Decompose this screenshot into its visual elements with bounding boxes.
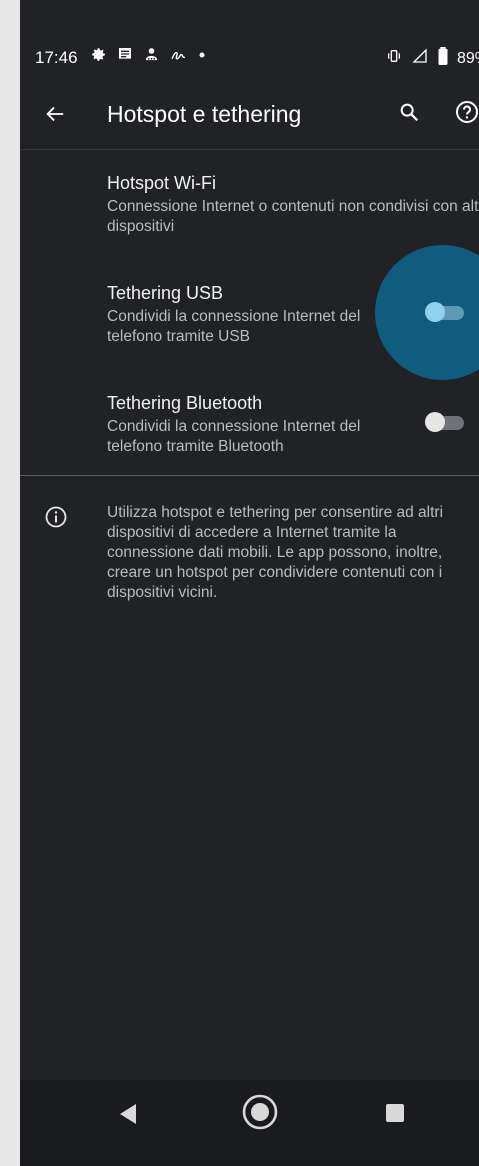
toggle-thumb [425, 302, 445, 322]
message-icon [117, 46, 133, 68]
hotspot-wifi-item[interactable]: Hotspot Wi-Fi Connessione Internet o con… [20, 165, 479, 245]
item-subtitle: Connessione Internet o contenuti non con… [107, 198, 479, 235]
phone-screen: 17:46 89 Hotspot e tethering Hotspot Wi-… [20, 0, 479, 1166]
nav-back-button[interactable] [116, 1100, 140, 1128]
nav-recents-button[interactable] [386, 1104, 404, 1122]
page-title: Hotspot e tethering [107, 101, 302, 127]
app-bar-divider [20, 149, 479, 150]
search-button[interactable] [392, 97, 426, 131]
info-text: Utilizza hotspot e tethering per consent… [107, 504, 444, 601]
item-title: Hotspot Wi-Fi [107, 173, 217, 193]
app-bar: Hotspot e tethering [20, 85, 479, 145]
tethering-bluetooth-toggle[interactable] [422, 410, 466, 434]
nav-home-button[interactable] [240, 1092, 280, 1132]
item-title: Tethering Bluetooth [107, 393, 263, 413]
toggle-thumb [425, 412, 445, 432]
item-subtitle: Condividi la connessione Internet del te… [107, 308, 361, 345]
search-icon [398, 101, 420, 128]
item-subtitle: Condividi la connessione Internet del te… [107, 418, 361, 455]
user-share-icon [143, 46, 160, 68]
tethering-usb-item[interactable]: Tethering USB Condividi la connessione I… [20, 275, 479, 355]
arrow-back-icon [44, 103, 66, 130]
tethering-usb-toggle[interactable] [422, 300, 466, 324]
signal-icon [411, 48, 429, 69]
notification-icons [90, 46, 207, 68]
info-icon [44, 505, 68, 529]
system-icons: 89% [385, 47, 479, 70]
status-time: 17:46 [35, 48, 78, 67]
vibrate-icon [385, 48, 403, 69]
help-button[interactable] [450, 97, 479, 131]
navigation-bar [20, 1080, 479, 1166]
tethering-bluetooth-item[interactable]: Tethering Bluetooth Condividi la conness… [20, 385, 479, 465]
item-title: Tethering USB [107, 283, 224, 303]
section-divider [20, 475, 479, 476]
status-bar: 17:46 89 [20, 40, 479, 76]
back-button[interactable] [38, 99, 72, 133]
battery-icon [437, 47, 449, 70]
signature-icon [170, 46, 187, 68]
help-icon [455, 100, 479, 129]
battery-percent: 89% [456, 49, 479, 67]
gear-icon [90, 46, 107, 68]
dot-icon [197, 46, 207, 68]
